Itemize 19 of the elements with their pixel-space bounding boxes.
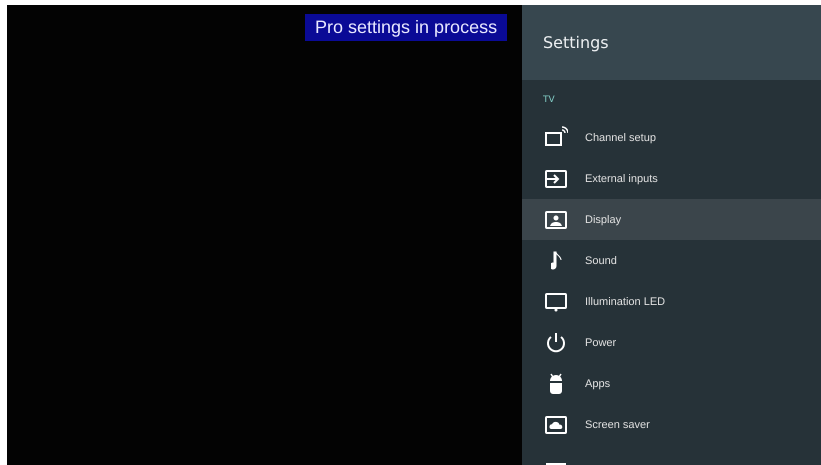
menu-item-label: Display bbox=[585, 214, 622, 226]
settings-title: Settings bbox=[522, 5, 821, 80]
menu-item-label: Power bbox=[585, 336, 616, 348]
menu-item[interactable]: Apps bbox=[522, 363, 821, 404]
menu-item-label: Channel setup bbox=[585, 132, 656, 144]
menu-item[interactable]: Sound bbox=[522, 240, 821, 281]
menu-item[interactable]: Screen saver bbox=[522, 404, 821, 445]
menu-item[interactable]: Channel setup bbox=[522, 117, 821, 158]
menu-item-label: Apps bbox=[585, 378, 610, 390]
menu-item-label: Sound bbox=[585, 254, 617, 266]
menu-item-label: Screen saver bbox=[585, 418, 650, 430]
menu-item[interactable]: External inputs bbox=[522, 158, 821, 199]
menu-item-label: External inputs bbox=[585, 172, 658, 184]
menu-item-label: Illumination LED bbox=[585, 296, 666, 308]
menu-item[interactable]: Illumination LED bbox=[522, 281, 821, 322]
menu-item[interactable]: Display bbox=[522, 199, 821, 240]
status-banner: Pro settings in process bbox=[305, 14, 508, 41]
menu-item[interactable]: Power bbox=[522, 322, 821, 363]
section-label: TV bbox=[543, 95, 555, 105]
